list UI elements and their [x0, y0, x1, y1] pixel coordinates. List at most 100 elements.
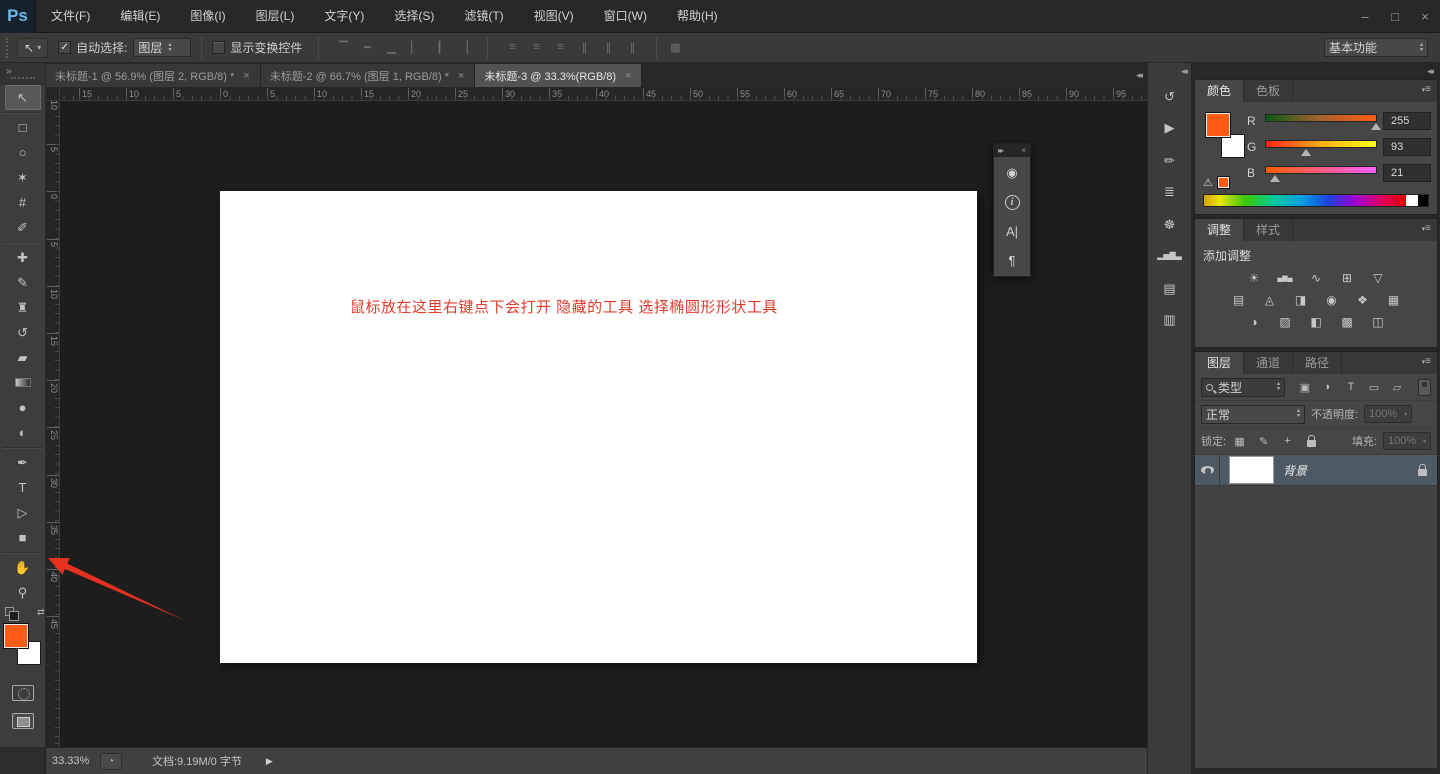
close-panel-icon[interactable]: × [1021, 146, 1026, 155]
channel-value-field[interactable]: 21 [1383, 164, 1431, 182]
zoom-tool[interactable]: ⚲ [5, 580, 41, 605]
channel-slider[interactable] [1265, 140, 1377, 156]
black-white-icon[interactable]: ◨ [1292, 292, 1310, 307]
distribute-bottom-edges-icon[interactable]: ≡ [552, 41, 568, 54]
tab-close-icon[interactable]: × [624, 70, 632, 82]
menu-item[interactable]: 选择(S) [379, 0, 449, 33]
panel-tab[interactable]: 色板 [1244, 80, 1294, 102]
document-tab[interactable]: 未标题-3 @ 33.3%(RGB/8) × [475, 64, 643, 87]
brush-panel-icon[interactable]: ✏ [1153, 147, 1187, 174]
brush-presets-panel-icon[interactable]: ≣ [1153, 178, 1187, 205]
eraser-tool[interactable]: ▰ [5, 345, 41, 370]
info-panel-icon[interactable]: i [998, 190, 1026, 214]
spot-healing-brush-tool[interactable]: ✚ [2, 242, 43, 270]
quick-mask-mode-button[interactable] [11, 685, 34, 701]
color-spectrum-bar[interactable] [1203, 194, 1429, 207]
menu-item[interactable]: 图层(L) [241, 0, 310, 33]
align-right-edges-icon[interactable]: ▕ [455, 41, 471, 54]
clone-stamp-tool[interactable]: ♜ [5, 295, 41, 320]
spectrum-black-swatch[interactable] [1418, 195, 1428, 206]
layer-thumbnail[interactable] [1229, 456, 1274, 484]
menu-item[interactable]: 滤镜(T) [449, 0, 518, 33]
panel-tab[interactable]: 图层 [1195, 352, 1245, 374]
lock-position-icon[interactable]: + [1280, 434, 1295, 448]
brightness-contrast-icon[interactable]: ☀ [1245, 270, 1263, 285]
menu-item[interactable]: 图像(I) [175, 0, 240, 33]
selective-color-icon[interactable]: ◫ [1369, 314, 1387, 329]
slider-thumb-icon[interactable] [1301, 149, 1312, 156]
close-icon[interactable]: × [1410, 5, 1440, 27]
minimize-icon[interactable]: – [1350, 5, 1380, 27]
gamut-warning[interactable]: ⚠ [1203, 176, 1230, 189]
panel-tab[interactable]: 样式 [1244, 219, 1294, 241]
dodge-tool[interactable]: ◐ [5, 420, 41, 445]
panel-menu-icon[interactable]: ▾≡ [1422, 356, 1431, 367]
auto-select-checkbox[interactable]: ✓ [58, 41, 72, 54]
document-tab[interactable]: 未标题-2 @ 66.7% (图层 1, RGB/8) * × [260, 64, 476, 87]
spectrum-white-swatch[interactable] [1406, 195, 1418, 206]
fill-field[interactable]: 100% ▾ [1383, 432, 1431, 450]
default-colors-icon[interactable] [4, 607, 19, 621]
filter-adjustment-layers-icon[interactable]: ◗ [1320, 380, 1336, 395]
color-lookup-icon[interactable]: ▦ [1385, 292, 1403, 307]
quick-selection-tool[interactable]: ✶ [5, 165, 41, 190]
screen-mode-button[interactable] [11, 713, 34, 729]
expand-tools-icon[interactable]: » [6, 66, 11, 77]
document-tab[interactable]: 未标题-1 @ 56.9% (图层 2, RGB/8) * × [46, 64, 261, 87]
dial-panel-icon[interactable]: ◉ [998, 161, 1026, 185]
spectrum-gradient[interactable] [1204, 195, 1406, 206]
lasso-tool[interactable]: ○ [5, 140, 41, 165]
invert-icon[interactable]: ◑ [1245, 314, 1263, 329]
menu-item[interactable]: 文字(Y) [309, 0, 379, 33]
panel-menu-icon[interactable]: ▾≡ [1422, 84, 1431, 95]
color-balance-icon[interactable]: ◬ [1261, 292, 1279, 307]
pen-tool[interactable]: ✒ [2, 447, 43, 475]
menu-item[interactable]: 帮助(H) [662, 0, 733, 33]
layer-filter-dropdown[interactable]: 类型 ▴ ▾ [1201, 377, 1285, 397]
threshold-icon[interactable]: ◧ [1307, 314, 1325, 329]
vibrance-icon[interactable]: ▽ [1369, 270, 1387, 285]
distribute-right-edges-icon[interactable]: ∥ [624, 41, 640, 54]
slider-thumb-icon[interactable] [1270, 175, 1281, 182]
notes-panel-icon[interactable]: ▤ [1153, 275, 1187, 302]
panel-tab[interactable]: 颜色 [1195, 80, 1245, 102]
path-selection-tool[interactable]: ▷ [5, 500, 41, 525]
blur-tool[interactable]: ● [5, 395, 41, 420]
collapse-panels-icon[interactable]: ◂◂ [1427, 66, 1434, 77]
move-tool[interactable]: ↖ [4, 85, 41, 110]
panel-tab[interactable]: 路径 [1293, 352, 1343, 374]
options-gripper[interactable] [6, 37, 11, 58]
posterize-icon[interactable]: ▨ [1276, 314, 1294, 329]
menu-item[interactable]: 窗口(W) [589, 0, 662, 33]
align-left-edges-icon[interactable]: ▏ [407, 41, 423, 54]
menu-item[interactable]: 文件(F) [36, 0, 105, 33]
rectangle-tool[interactable]: ■ [5, 525, 41, 550]
channel-value-field[interactable]: 255 [1383, 112, 1431, 130]
exposure-icon[interactable]: ⊞ [1338, 270, 1356, 285]
levels-icon[interactable]: ▄▆▄ [1276, 270, 1294, 285]
align-bottom-edges-icon[interactable]: ▁ [383, 41, 399, 54]
tools-gripper[interactable] [10, 77, 35, 79]
zoom-level-field[interactable]: 33.33% [52, 755, 100, 767]
blend-mode-dropdown[interactable]: 正常 ▴ ▾ [1201, 404, 1305, 424]
align-top-edges-icon[interactable]: ▔ [335, 41, 351, 54]
filter-shape-layers-icon[interactable]: ▭ [1366, 380, 1382, 395]
left-ruler[interactable]: 10 5 0 5 10 15 20 25 30 35 40 45 [46, 101, 60, 747]
lock-transparency-icon[interactable]: ▦ [1232, 434, 1247, 448]
hand-tool[interactable]: ✋ [2, 552, 43, 580]
navigator-panel-icon[interactable]: ☸ [1153, 211, 1187, 238]
filter-smart-objects-icon[interactable]: ▱ [1389, 380, 1405, 395]
history-panel-icon[interactable]: ↺ [1153, 83, 1187, 110]
filter-toggle-switch[interactable] [1418, 378, 1431, 396]
ruler-corner[interactable] [46, 87, 60, 101]
collapse-strip-icon[interactable]: ◂◂ [1181, 66, 1188, 77]
tab-close-icon[interactable]: × [457, 70, 465, 82]
lock-all-icon[interactable] [1304, 434, 1319, 448]
menu-item[interactable]: 视图(V) [519, 0, 589, 33]
status-menu-arrow-icon[interactable]: ▶ [266, 756, 273, 767]
curves-icon[interactable]: ∿ [1307, 270, 1325, 285]
opacity-field[interactable]: 100% ▾ [1364, 405, 1413, 423]
menu-item[interactable]: 编辑(E) [105, 0, 175, 33]
actions-panel-icon[interactable]: ▶ [1153, 114, 1187, 141]
channel-mixer-icon[interactable]: ❖ [1354, 292, 1372, 307]
